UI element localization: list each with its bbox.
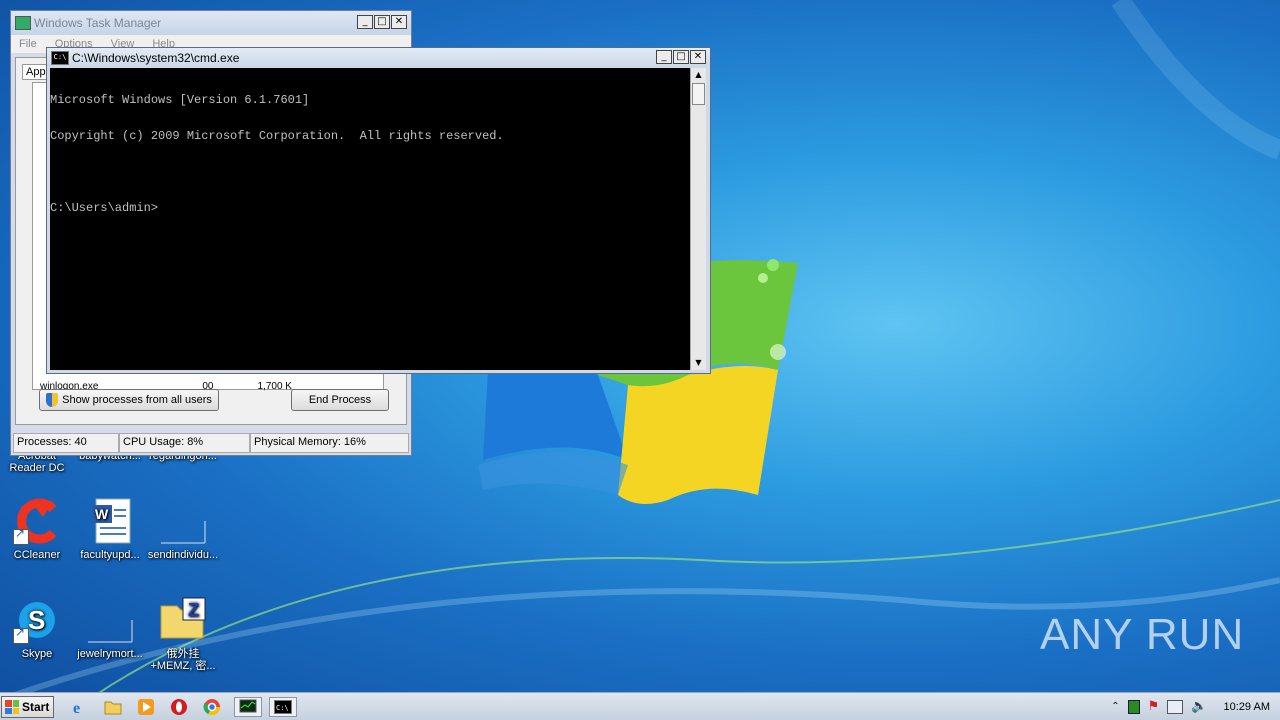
console-output[interactable]: Microsoft Windows [Version 6.1.7601] Cop… — [50, 68, 690, 370]
console-line: Microsoft Windows [Version 6.1.7601] — [50, 93, 310, 107]
svg-text:S: S — [28, 605, 45, 635]
explorer-icon[interactable] — [102, 697, 124, 717]
media-player-icon[interactable] — [135, 697, 157, 717]
desktop-icon-label: facultyupd... — [80, 549, 140, 561]
menu-file[interactable]: File — [19, 38, 37, 50]
zip-folder-icon: Z — [159, 596, 207, 644]
start-label: Start — [22, 700, 50, 714]
scroll-down-icon[interactable]: ▼ — [691, 356, 706, 370]
chrome-icon[interactable] — [201, 697, 223, 717]
svg-text:e: e — [73, 700, 80, 716]
process-memory: 1,700 K — [257, 381, 292, 392]
maximize-button[interactable]: □ — [374, 15, 390, 29]
clock[interactable]: 10:29 AM — [1224, 701, 1270, 713]
desktop-icon-label: 俄外挂 +MEMZ, 密... — [150, 648, 216, 672]
anyrun-watermark: ANY RUN — [1040, 610, 1244, 660]
skype-icon: S — [13, 596, 61, 644]
task-manager-statusbar: Processes: 40 CPU Usage: 8% Physical Mem… — [13, 433, 409, 453]
cmd-title: C:\Windows\system32\cmd.exe — [72, 50, 240, 65]
start-button[interactable]: Start — [1, 696, 54, 718]
svg-text:Z: Z — [188, 600, 199, 620]
scroll-up-icon[interactable]: ▲ — [691, 68, 706, 82]
taskbar: Start e C:\ ⌃ ⚑ 🔈 10:29 AM — [0, 692, 1280, 720]
desktop-icon-facultyupd[interactable]: W facultyupd... — [73, 497, 147, 561]
desktop-icon-sendindividu[interactable]: sendindividu... — [146, 497, 220, 561]
task-manager-title: Windows Task Manager — [34, 16, 162, 30]
shortcut-arrow-icon — [13, 527, 29, 545]
network-icon[interactable] — [1167, 699, 1184, 714]
cmd-app-icon: C:\ — [51, 50, 69, 65]
svg-text:W: W — [95, 506, 109, 522]
desktop-icon-ccleaner[interactable]: CCleaner — [0, 497, 74, 561]
action-center-flag-icon[interactable]: ⚑ — [1148, 699, 1160, 714]
cmd-window[interactable]: C:\ C:\Windows\system32\cmd.exe _ □ ✕ Mi… — [46, 47, 711, 374]
console-line: Copyright (c) 2009 Microsoft Corporation… — [50, 129, 504, 143]
svg-text:C:\: C:\ — [276, 704, 289, 712]
task-manager-app-icon — [15, 16, 31, 30]
task-manager-icon[interactable] — [234, 697, 262, 717]
console-prompt: C:\Users\admin> — [50, 201, 159, 215]
desktop-icon-skype[interactable]: S Skype — [0, 596, 74, 660]
close-button[interactable]: ✕ — [391, 15, 407, 29]
shortcut-arrow-icon — [13, 626, 29, 644]
maximize-button[interactable]: □ — [673, 50, 689, 64]
word-document-icon: W — [86, 497, 134, 545]
desktop-icon-label: sendindividu... — [147, 549, 219, 561]
volume-icon[interactable]: 🔈 — [1191, 699, 1207, 714]
internet-explorer-icon[interactable]: e — [69, 697, 91, 717]
status-cpu: CPU Usage: 8% — [119, 433, 250, 453]
minimize-button[interactable]: _ — [656, 50, 672, 64]
show-all-processes-button[interactable]: Show processes from all users — [39, 389, 219, 411]
desktop-icon-label: jewelrymort... — [77, 648, 143, 660]
green-tray-icon[interactable] — [1127, 699, 1140, 714]
status-processes: Processes: 40 — [13, 433, 119, 453]
cmd-titlebar[interactable]: C:\ C:\Windows\system32\cmd.exe _ □ ✕ — [47, 48, 710, 67]
cmd-scrollbar[interactable]: ▲ ▼ — [690, 68, 706, 370]
opera-icon[interactable] — [168, 697, 190, 717]
desktop-icon-label: Skype — [21, 648, 53, 660]
scroll-thumb[interactable] — [692, 83, 705, 105]
close-button[interactable]: ✕ — [690, 50, 706, 64]
system-tray: ⌃ ⚑ 🔈 10:29 AM — [1111, 693, 1280, 720]
windows-flag-icon — [5, 700, 19, 714]
desktop-icon-label: CCleaner — [13, 549, 61, 561]
show-hidden-icons-icon[interactable]: ⌃ — [1111, 701, 1119, 712]
blank-file-icon — [159, 497, 207, 545]
watermark-text: ANY RUN — [1040, 610, 1245, 659]
task-manager-titlebar[interactable]: Windows Task Manager _ □ ✕ — [11, 11, 411, 35]
end-process-button[interactable]: End Process — [291, 389, 389, 411]
desktop-icon-jewelrymort[interactable]: jewelrymort... — [73, 596, 147, 660]
end-process-label: End Process — [308, 394, 372, 406]
shield-icon — [46, 393, 59, 407]
show-all-processes-label: Show processes from all users — [62, 394, 212, 406]
ccleaner-icon — [13, 497, 61, 545]
desktop-icon-memz-zip[interactable]: Z 俄外挂 +MEMZ, 密... — [146, 596, 220, 672]
minimize-button[interactable]: _ — [357, 15, 373, 29]
blank-file-icon — [86, 596, 134, 644]
status-memory: Physical Memory: 16% — [250, 433, 409, 453]
cmd-icon[interactable]: C:\ — [269, 697, 297, 717]
